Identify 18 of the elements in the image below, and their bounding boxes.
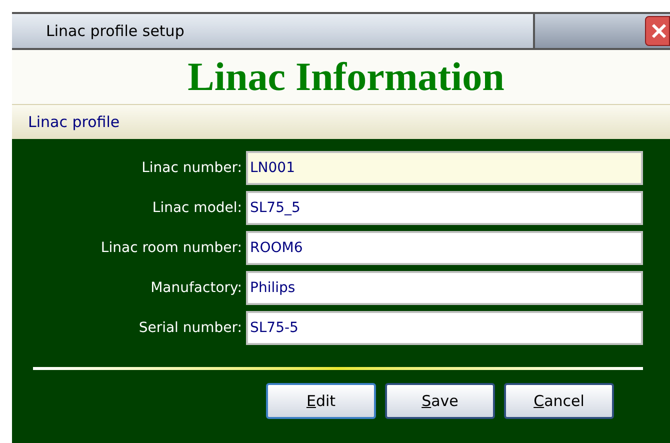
input-field[interactable]: SL75-5: [246, 311, 643, 345]
input-field[interactable]: SL75_5: [246, 191, 643, 225]
heading: Linac Information: [186, 57, 504, 97]
dialog-button[interactable]: Cancel: [504, 383, 614, 419]
field-label: Serial number:: [138, 318, 243, 338]
field-label: Linac model:: [151, 198, 243, 218]
input-field[interactable]: LN001: [246, 151, 643, 185]
close-icon: [651, 23, 667, 39]
dialog-button[interactable]: Save: [385, 383, 495, 419]
input-field[interactable]: Philips: [246, 271, 643, 305]
input-field[interactable]: ROOM6: [246, 231, 643, 265]
field-label: Manufactory:: [150, 278, 243, 298]
section-title: Linac profile: [28, 112, 120, 133]
window-title: Linac profile setup: [46, 20, 184, 42]
dialog-button[interactable]: Edit: [266, 383, 376, 419]
field-label: Linac number:: [140, 158, 243, 178]
field-label: Linac room number:: [100, 238, 243, 258]
close-button[interactable]: [645, 16, 670, 46]
